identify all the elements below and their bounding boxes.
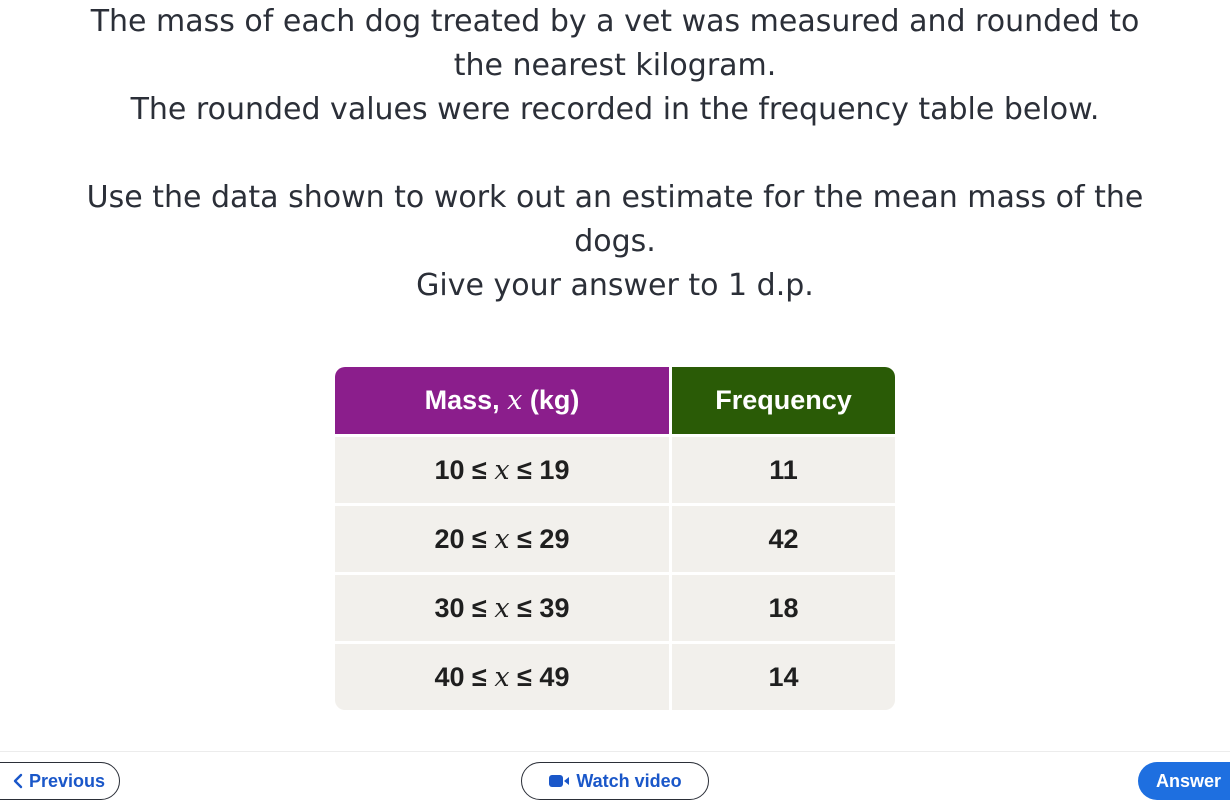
header-frequency: Frequency bbox=[672, 367, 895, 434]
interval-upper: ≤ 39 bbox=[509, 592, 570, 623]
frequency-cell: 18 bbox=[672, 572, 895, 641]
mass-interval: 40 ≤ x ≤ 49 bbox=[335, 641, 672, 710]
video-camera-icon bbox=[548, 774, 570, 788]
interval-lower: 40 ≤ bbox=[434, 661, 495, 692]
frequency-cell: 11 bbox=[672, 434, 895, 503]
question-text: The mass of each dog treated by a vet wa… bbox=[0, 0, 1230, 308]
mass-interval: 10 ≤ x ≤ 19 bbox=[335, 434, 672, 503]
interval-variable: x bbox=[494, 661, 510, 693]
interval-upper: ≤ 19 bbox=[509, 454, 570, 485]
interval-upper: ≤ 49 bbox=[509, 661, 570, 692]
interval-lower: 10 ≤ bbox=[434, 454, 495, 485]
header-mass-unit: (kg) bbox=[522, 385, 580, 415]
frequency-cell: 42 bbox=[672, 503, 895, 572]
mass-interval: 30 ≤ x ≤ 39 bbox=[335, 572, 672, 641]
header-mass-prefix: Mass, bbox=[424, 385, 508, 415]
question-line: Give your answer to 1 d.p. bbox=[416, 268, 814, 303]
previous-label: Previous bbox=[28, 770, 106, 791]
table-header-row: Mass, x (kg) Frequency bbox=[335, 367, 895, 434]
question-line: The mass of each dog treated by a vet wa… bbox=[90, 4, 1140, 39]
chevron-left-icon bbox=[13, 773, 23, 789]
frequency-cell: 14 bbox=[672, 641, 895, 710]
previous-button[interactable]: Previous bbox=[0, 762, 120, 800]
question-line: The rounded values were recorded in the … bbox=[130, 92, 1100, 127]
answer-label: Answer bbox=[1156, 770, 1222, 791]
header-mass: Mass, x (kg) bbox=[335, 367, 672, 434]
watch-video-button[interactable]: Watch video bbox=[521, 762, 709, 800]
question-line: the nearest kilogram. bbox=[453, 48, 777, 83]
interval-variable: x bbox=[494, 523, 510, 555]
footer-divider bbox=[0, 751, 1230, 752]
question-line: Use the data shown to work out an estima… bbox=[86, 180, 1144, 215]
interval-variable: x bbox=[494, 454, 510, 486]
table-row: 10 ≤ x ≤ 19 11 bbox=[335, 434, 895, 503]
answer-button[interactable]: Answer bbox=[1138, 762, 1230, 800]
interval-variable: x bbox=[494, 592, 510, 624]
table-row: 30 ≤ x ≤ 39 18 bbox=[335, 572, 895, 641]
frequency-table: Mass, x (kg) Frequency 10 ≤ x ≤ 19 11 20… bbox=[335, 367, 895, 710]
question-line: dogs. bbox=[574, 224, 656, 259]
interval-lower: 20 ≤ bbox=[434, 523, 495, 554]
interval-upper: ≤ 29 bbox=[509, 523, 570, 554]
table-row: 20 ≤ x ≤ 29 42 bbox=[335, 503, 895, 572]
header-mass-variable: x bbox=[507, 385, 523, 416]
mass-interval: 20 ≤ x ≤ 29 bbox=[335, 503, 672, 572]
watch-video-label: Watch video bbox=[576, 770, 682, 791]
table-row: 40 ≤ x ≤ 49 14 bbox=[335, 641, 895, 710]
interval-lower: 30 ≤ bbox=[434, 592, 495, 623]
